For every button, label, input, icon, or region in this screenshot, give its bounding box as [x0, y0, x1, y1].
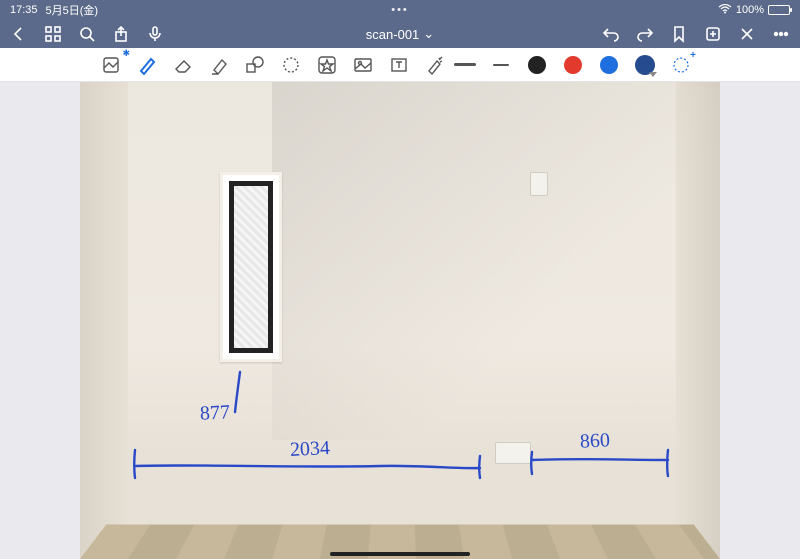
annotation-span-right: 860 — [579, 429, 610, 454]
wall-switch — [530, 172, 548, 196]
favorites-tool[interactable] — [314, 52, 340, 78]
close-button[interactable] — [738, 25, 756, 43]
redo-button[interactable] — [636, 25, 654, 43]
text-tool[interactable] — [386, 52, 412, 78]
wifi-icon — [718, 4, 732, 17]
laser-pointer-tool[interactable] — [422, 52, 448, 78]
share-button[interactable] — [112, 25, 130, 43]
undo-button[interactable] — [602, 25, 620, 43]
color-black[interactable] — [524, 52, 550, 78]
search-button[interactable] — [78, 25, 96, 43]
canvas-area[interactable]: 877 2034 860 — [0, 82, 800, 559]
annotation-window-gap: 877 — [199, 401, 230, 426]
ipad-status-bar: 17:35 5月5日(金) ••• 100% — [0, 0, 800, 20]
stroke-width-medium[interactable] — [452, 52, 478, 78]
room-photo — [80, 82, 720, 559]
battery-icon — [768, 5, 790, 15]
room-window — [220, 172, 282, 362]
more-button[interactable] — [772, 25, 790, 43]
status-center-ellipsis: ••• — [391, 4, 409, 16]
highlighter-tool[interactable] — [206, 52, 232, 78]
pen-tool[interactable] — [134, 52, 160, 78]
doc-title-button[interactable]: scan-001 ⌄ — [366, 26, 434, 42]
image-select-tool[interactable] — [98, 52, 124, 78]
mic-button[interactable] — [146, 25, 164, 43]
annotation-span-left: 2034 — [289, 437, 330, 462]
add-color-button[interactable] — [668, 52, 694, 78]
shapes-tool[interactable] — [242, 52, 268, 78]
app-titlebar: scan-001 ⌄ — [0, 20, 800, 48]
status-time: 17:35 — [10, 4, 38, 16]
insert-image-tool[interactable] — [350, 52, 376, 78]
chevron-down-icon: ⌄ — [423, 26, 434, 42]
wall-outlet — [495, 442, 531, 464]
doc-title-label: scan-001 — [366, 27, 419, 42]
color-red[interactable] — [560, 52, 586, 78]
grid-view-button[interactable] — [44, 25, 62, 43]
stroke-width-thin[interactable] — [488, 52, 514, 78]
color-blue[interactable] — [596, 52, 622, 78]
status-date: 5月5日(金) — [46, 2, 99, 18]
document-page[interactable]: 877 2034 860 — [80, 82, 720, 559]
eraser-tool[interactable] — [170, 52, 196, 78]
color-navy-picker[interactable] — [632, 52, 658, 78]
drawing-toolbar — [0, 48, 800, 82]
bookmark-button[interactable] — [670, 25, 688, 43]
lasso-tool[interactable] — [278, 52, 304, 78]
battery-percent: 100% — [736, 4, 764, 16]
add-page-button[interactable] — [704, 25, 722, 43]
back-button[interactable] — [10, 25, 28, 43]
home-indicator[interactable] — [330, 552, 470, 556]
